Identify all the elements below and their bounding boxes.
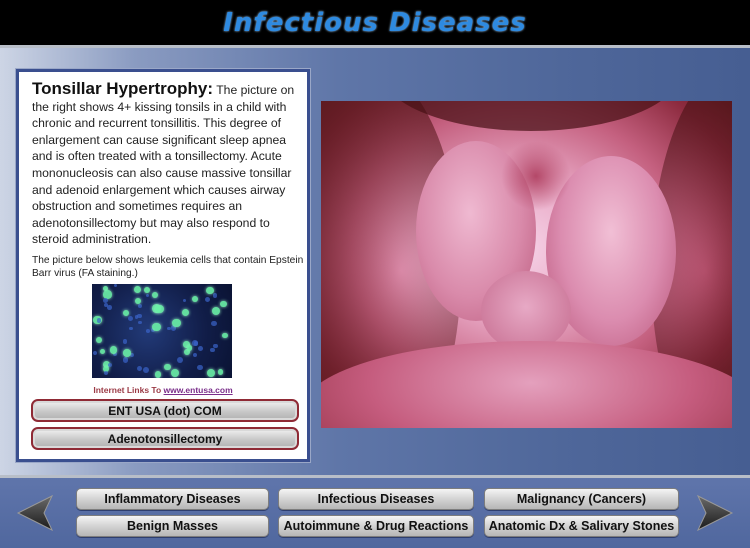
- anatomic-dx-salivary-stones-button[interactable]: Anatomic Dx & Salivary Stones: [484, 515, 679, 537]
- micrograph-cell: [212, 307, 221, 316]
- micrograph-cell: [172, 318, 181, 328]
- micrograph-cell: [95, 336, 103, 344]
- internet-links-caption: Internet Links To www.entusa.com: [19, 385, 307, 395]
- micrograph-cell: [145, 328, 150, 333]
- micrograph-cell: [186, 345, 193, 351]
- micrograph-cell: [222, 332, 228, 339]
- micrograph-cell: [155, 304, 164, 314]
- links-prefix: Internet Links To: [93, 385, 164, 395]
- micrograph-cell: [144, 286, 151, 293]
- entusa-link-button[interactable]: ENT USA (dot) COM: [31, 399, 299, 422]
- micrograph-cell: [122, 357, 129, 363]
- micrograph-cell: [164, 363, 171, 371]
- links-url[interactable]: www.entusa.com: [164, 385, 233, 395]
- micrograph-cell: [197, 346, 203, 352]
- micrograph-cell: [114, 284, 118, 288]
- micrograph-cell: [207, 369, 216, 378]
- page-title: Infectious Diseases: [223, 7, 527, 38]
- micrograph-cell: [136, 313, 142, 319]
- micrograph-cell: [217, 369, 224, 375]
- micrograph-cell: [152, 322, 161, 331]
- info-body-text: The picture on the right shows 4+ kissin…: [32, 83, 295, 247]
- micrograph-cell: [182, 308, 190, 316]
- micrograph-caption: The picture below shows leukemia cells t…: [32, 255, 304, 279]
- bottom-nav-bar: [0, 475, 750, 548]
- title-bar: Infectious Diseases: [0, 0, 750, 48]
- micrograph-cell: [210, 320, 217, 327]
- micrograph-cell: [123, 349, 131, 357]
- autoimmune-drug-reactions-button[interactable]: Autoimmune & Drug Reactions: [278, 515, 474, 537]
- infectious-diseases-button[interactable]: Infectious Diseases: [278, 488, 474, 510]
- micrograph-cell: [170, 368, 179, 377]
- micrograph-cell: [143, 367, 150, 374]
- info-text: Tonsillar Hypertrophy: The picture on th…: [32, 79, 304, 248]
- adenotonsillectomy-link-button[interactable]: Adenotonsillectomy: [31, 427, 299, 450]
- info-heading: Tonsillar Hypertrophy:: [32, 79, 214, 98]
- inflammatory-diseases-button[interactable]: Inflammatory Diseases: [76, 488, 269, 510]
- micrograph-cell: [197, 364, 203, 370]
- malignancy-cancers-button[interactable]: Malignancy (Cancers): [484, 488, 679, 510]
- benign-masses-button[interactable]: Benign Masses: [76, 515, 269, 537]
- micrograph-cell: [129, 326, 133, 331]
- tonsils-photo: [321, 101, 732, 428]
- micrograph-cell: [107, 305, 113, 311]
- micrograph-cell: [177, 356, 184, 363]
- micrograph-cell: [122, 339, 128, 344]
- micrograph-cell: [210, 347, 215, 352]
- leukemia-cells-micrograph: [92, 284, 232, 378]
- micrograph-cell: [204, 296, 211, 303]
- micrograph-cell: [103, 302, 108, 307]
- micrograph-cell: [127, 315, 133, 321]
- micrograph-cell: [146, 293, 150, 297]
- micrograph-cell: [109, 346, 117, 354]
- micrograph-cell: [212, 293, 218, 298]
- micrograph-cell: [103, 290, 112, 299]
- micrograph-cell: [134, 285, 142, 293]
- micrograph-cell: [192, 340, 198, 346]
- micrograph-cell: [137, 365, 143, 372]
- micrograph-cell: [192, 352, 197, 358]
- info-panel: Tonsillar Hypertrophy: The picture on th…: [15, 68, 311, 463]
- micrograph-cell: [96, 318, 102, 323]
- micrograph-cell: [154, 371, 162, 378]
- micrograph-cell: [220, 300, 227, 308]
- left-arrow-icon[interactable]: [14, 493, 54, 533]
- micrograph-cell: [138, 304, 143, 309]
- micrograph-cell: [182, 298, 187, 303]
- micrograph-cell: [100, 349, 106, 355]
- micrograph-cell: [93, 350, 98, 355]
- micrograph-cell: [191, 295, 198, 302]
- right-arrow-icon[interactable]: [696, 493, 736, 533]
- micrograph-cell: [108, 363, 113, 368]
- micrograph-cell: [103, 371, 109, 376]
- micrograph-cell: [138, 320, 142, 325]
- micrograph-cell: [152, 291, 159, 298]
